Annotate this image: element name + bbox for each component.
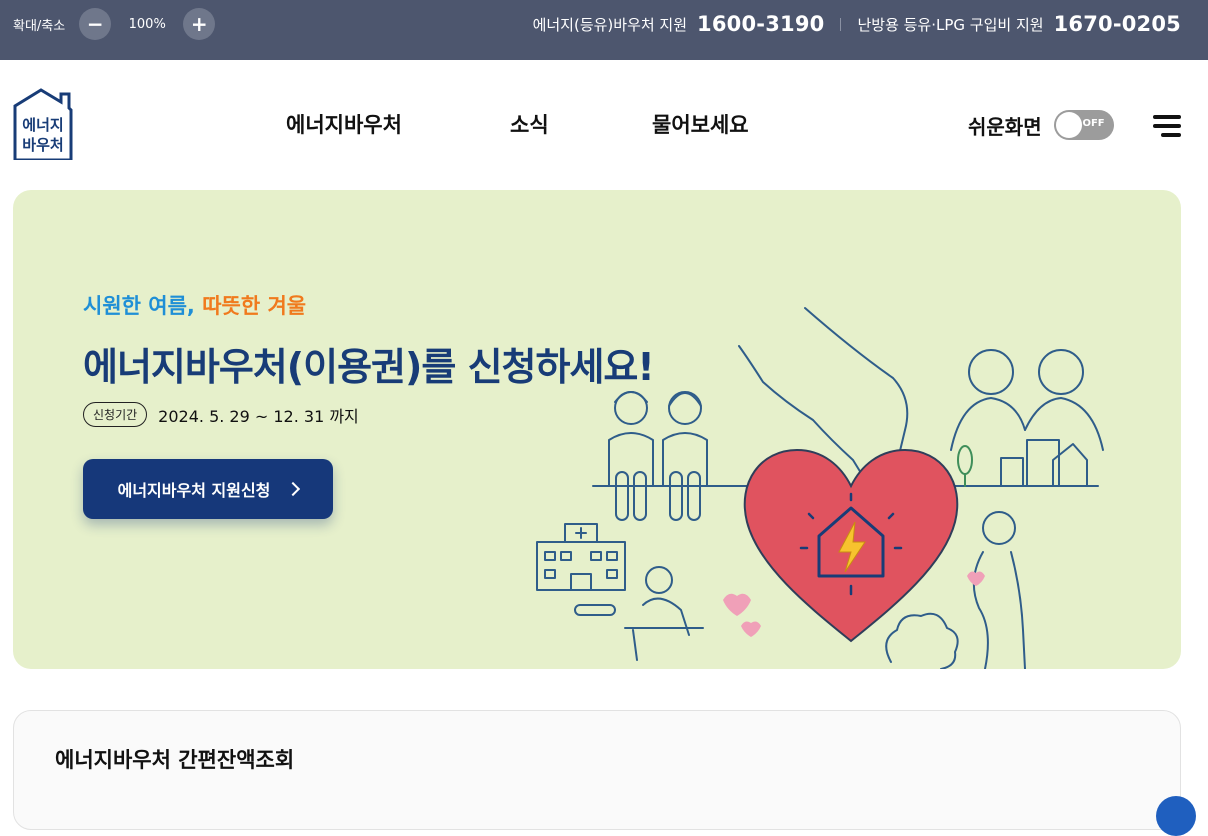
cloud-illustration	[885, 612, 959, 669]
period-badge: 신청기간	[83, 402, 148, 427]
small-heart-icon	[723, 593, 751, 616]
hospital-illustration	[536, 523, 626, 591]
pregnant-woman-illustration	[972, 511, 1026, 669]
toggle-knob	[1055, 112, 1082, 138]
balance-check-card: 에너지바우처 간편잔액조회	[13, 710, 1181, 830]
easy-mode: 쉬운화면 OFF	[968, 107, 1114, 143]
minus-icon: −	[86, 12, 104, 36]
hotline-divider	[840, 17, 842, 31]
small-heart-icon	[967, 571, 985, 586]
wheelchair-person-illustration	[574, 566, 704, 661]
apply-button-label: 에너지바우처 지원신청	[117, 481, 271, 500]
easy-mode-toggle[interactable]: OFF	[1053, 110, 1114, 140]
zoom-label: 확대/축소	[13, 18, 66, 34]
hamburger-icon[interactable]	[1151, 114, 1181, 138]
zoom-out-button[interactable]: −	[79, 8, 112, 40]
chevron-right-icon	[286, 481, 301, 497]
plus-icon: +	[190, 12, 208, 36]
site-header: 에너지 바우처 에너지바우처 소식 물어보세요 쉬운화면 OFF	[0, 60, 1208, 190]
hotline2-label: 난방용 등유·LPG 구입비 지원	[857, 15, 1044, 34]
zoom-in-button[interactable]: +	[183, 8, 216, 40]
hero-illustration	[536, 307, 1104, 669]
zoom-control: 확대/축소 − 100% +	[13, 8, 216, 40]
hero-banner: 시원한 여름, 따뜻한 겨울 에너지바우처(이용권)를 신청하세요! 신청기간 …	[13, 190, 1181, 669]
hero-subtitle-summer: 시원한 여름,	[83, 294, 195, 318]
hotline1-label: 에너지(등유)바우처 지원	[532, 15, 688, 34]
nav-item-news[interactable]: 소식	[510, 107, 549, 143]
application-period: 신청기간 2024. 5. 29 ~ 12. 31 까지	[83, 402, 359, 427]
period-dates: 2024. 5. 29 ~ 12. 31 까지	[158, 406, 359, 426]
nav-item-energy-voucher[interactable]: 에너지바우처	[286, 107, 402, 143]
hotline2-number[interactable]: 1670-0205	[1054, 12, 1181, 36]
hotlines: 에너지(등유)바우처 지원 1600-3190 난방용 등유·LPG 구입비 지…	[533, 8, 1181, 40]
apply-button[interactable]: 에너지바우처 지원신청	[83, 459, 333, 519]
elderly-couple-illustration	[950, 349, 1104, 451]
small-heart-icon	[741, 621, 761, 637]
hero-subtitle: 시원한 여름, 따뜻한 겨울	[83, 290, 306, 320]
town-illustration	[957, 439, 1088, 487]
nav-item-faq[interactable]: 물어보세요	[652, 107, 749, 143]
easy-mode-label: 쉬운화면	[968, 114, 1042, 139]
utility-bar: 확대/축소 − 100% + 에너지(등유)바우처 지원 1600-3190 난…	[0, 0, 1208, 60]
zoom-value: 100%	[128, 16, 166, 32]
floating-action-button[interactable]	[1156, 796, 1196, 836]
balance-check-title: 에너지바우처 간편잔액조회	[55, 748, 295, 772]
hotline1-number[interactable]: 1600-3190	[697, 12, 824, 36]
students-illustration	[608, 391, 708, 521]
toggle-state: OFF	[1082, 118, 1105, 129]
hero-subtitle-winter: 따뜻한 겨울	[202, 294, 307, 318]
